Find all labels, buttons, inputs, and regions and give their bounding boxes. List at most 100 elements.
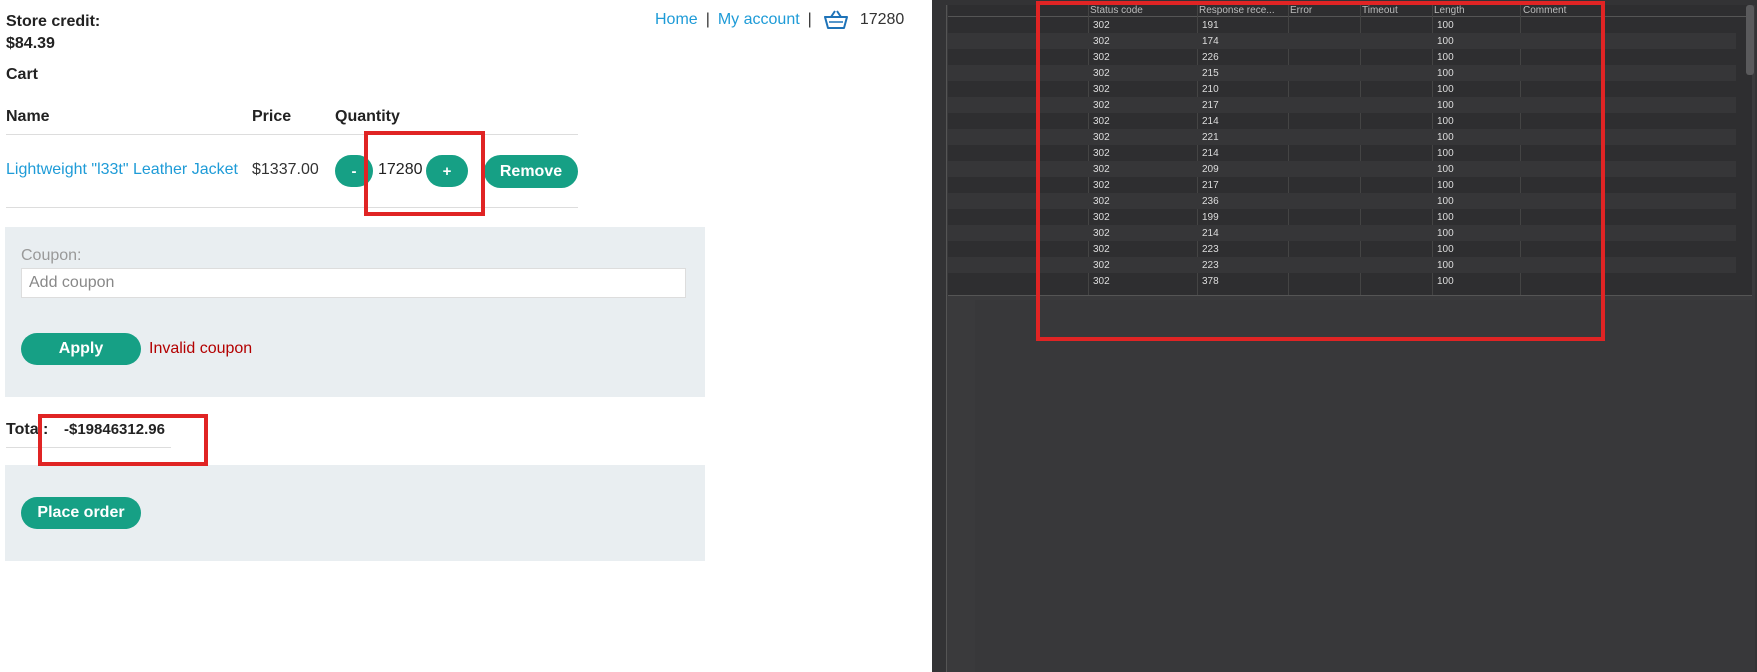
table-row[interactable]: 302 223 100 [948,257,1736,273]
status-code-cell: 302 [1093,52,1110,63]
status-code-cell: 302 [1093,116,1110,127]
col-header-timeout[interactable]: Timeout [1362,5,1432,16]
coupon-label: Coupon: [21,247,82,264]
status-code-cell: 302 [1093,68,1110,79]
response-time-cell: 210 [1202,84,1219,95]
length-cell: 100 [1437,20,1454,31]
results-table: Status code Response rece... Error Timeo… [948,5,1752,296]
status-code-cell: 302 [1093,244,1110,255]
length-cell: 100 [1437,276,1454,287]
scrollbar[interactable] [1746,5,1754,75]
response-time-cell: 217 [1202,100,1219,111]
nav-separator: | [807,11,812,28]
response-time-cell: 236 [1202,196,1219,207]
length-cell: 100 [1437,212,1454,223]
quantity-increase-button[interactable]: + [426,155,468,187]
top-nav: Home | My account | 17280 [655,10,904,30]
table-row[interactable]: 302 210 100 [948,81,1736,97]
divider [6,447,171,448]
length-cell: 100 [1437,180,1454,191]
cart-title: Cart [6,66,39,83]
response-time-cell: 226 [1202,52,1219,63]
col-header-status-code[interactable]: Status code [1090,5,1190,16]
status-code-cell: 302 [1093,36,1110,47]
place-order-button[interactable]: Place order [21,497,141,529]
total-label: Total: [6,421,49,438]
my-account-link[interactable]: My account [718,11,800,29]
table-row[interactable]: 302 223 100 [948,241,1736,257]
store-credit-value: $84.39 [6,35,55,52]
store-credit-label: Store credit: [6,13,101,30]
table-row[interactable]: 302 217 100 [948,97,1736,113]
length-cell: 100 [1437,100,1454,111]
length-cell: 100 [1437,148,1454,159]
response-time-cell: 378 [1202,276,1219,287]
status-code-cell: 302 [1093,180,1110,191]
table-row[interactable]: 302 209 100 [948,161,1736,177]
divider [6,134,578,135]
status-code-cell: 302 [1093,164,1110,175]
product-link[interactable]: Lightweight "l33t" Leather Jacket [6,161,238,179]
table-row[interactable]: 302 214 100 [948,225,1736,241]
total-value: -$19846312.96 [64,421,165,438]
status-code-cell: 302 [1093,212,1110,223]
col-header-price: Price [252,108,292,125]
coupon-error: Invalid coupon [149,340,253,357]
status-code-cell: 302 [1093,132,1110,143]
length-cell: 100 [1437,132,1454,143]
length-cell: 100 [1437,196,1454,207]
response-time-cell: 214 [1202,116,1219,127]
table-row[interactable]: 302 378 100 [948,273,1736,289]
lower-pane [975,300,1755,672]
response-time-cell: 199 [1202,212,1219,223]
response-time-cell: 214 [1202,148,1219,159]
status-code-cell: 302 [1093,276,1110,287]
col-header-response-received[interactable]: Response rece... [1199,5,1287,16]
table-row[interactable]: 302 214 100 [948,113,1736,129]
nav-separator: | [705,11,710,28]
coupon-input[interactable] [21,268,686,298]
length-cell: 100 [1437,244,1454,255]
length-cell: 100 [1437,68,1454,79]
table-row[interactable]: 302 199 100 [948,209,1736,225]
table-row[interactable]: 302 215 100 [948,65,1736,81]
quantity-value: 17280 [378,161,423,178]
col-header-error[interactable]: Error [1290,5,1360,16]
col-header-length[interactable]: Length [1434,5,1519,16]
response-time-cell: 217 [1202,180,1219,191]
quantity-decrease-button[interactable]: - [335,155,373,187]
length-cell: 100 [1437,228,1454,239]
col-header-comment[interactable]: Comment [1523,5,1673,16]
length-cell: 100 [1437,52,1454,63]
length-cell: 100 [1437,260,1454,271]
divider [6,207,578,208]
response-time-cell: 223 [1202,244,1219,255]
table-row[interactable]: 302 236 100 [948,193,1736,209]
coupon-panel [5,227,705,397]
cart-count: 17280 [859,11,905,28]
col-header-name: Name [6,108,50,125]
length-cell: 100 [1437,84,1454,95]
status-code-cell: 302 [1093,260,1110,271]
table-row[interactable]: 302 226 100 [948,49,1736,65]
col-header-quantity: Quantity [335,108,400,125]
length-cell: 100 [1437,36,1454,47]
response-time-cell: 214 [1202,228,1219,239]
apply-coupon-button[interactable]: Apply [21,333,141,365]
table-row[interactable]: 302 174 100 [948,33,1736,49]
table-row[interactable]: 302 191 100 [948,17,1736,33]
table-row[interactable]: 302 221 100 [948,129,1736,145]
response-time-cell: 209 [1202,164,1219,175]
home-link[interactable]: Home [655,11,698,29]
product-price: $1337.00 [252,161,319,178]
status-code-cell: 302 [1093,148,1110,159]
store-credit: Store credit: $84.39 [6,11,100,55]
status-code-cell: 302 [1093,84,1110,95]
table-row[interactable]: 302 214 100 [948,145,1736,161]
basket-icon[interactable] [823,10,848,30]
response-time-cell: 221 [1202,132,1219,143]
response-time-cell: 174 [1202,36,1219,47]
status-code-cell: 302 [1093,20,1110,31]
table-row[interactable]: 302 217 100 [948,177,1736,193]
remove-button[interactable]: Remove [484,155,578,188]
